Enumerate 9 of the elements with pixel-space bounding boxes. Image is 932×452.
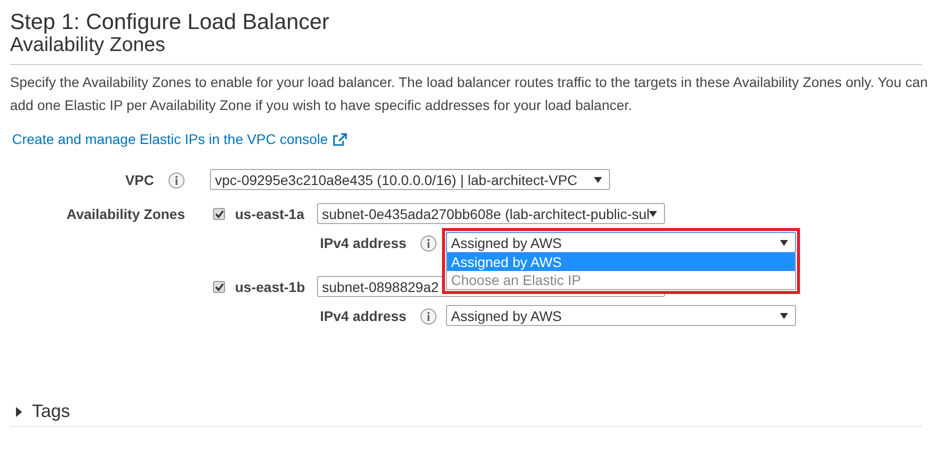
ipv4-label: IPv4 address <box>320 235 406 251</box>
page-title: Step 1: Configure Load Balancer <box>10 10 330 34</box>
zone-label: us-east-1b <box>235 278 306 294</box>
vpc-label: VPC <box>125 172 154 188</box>
section-title: Availability Zones <box>10 34 166 56</box>
description-text: Specify the Availability Zones to enable for your load balancer. The load balancer routes traffic to the targets in these Availability Zones only. You can add one Elastic IP per Availability Zone if you wish to have specific addresses for your load balancer. <box>10 73 929 115</box>
zone-label: us-east-1a <box>235 206 304 222</box>
ipv4-label: IPv4 address <box>320 308 406 324</box>
zones-label: Availability Zones <box>66 206 185 222</box>
